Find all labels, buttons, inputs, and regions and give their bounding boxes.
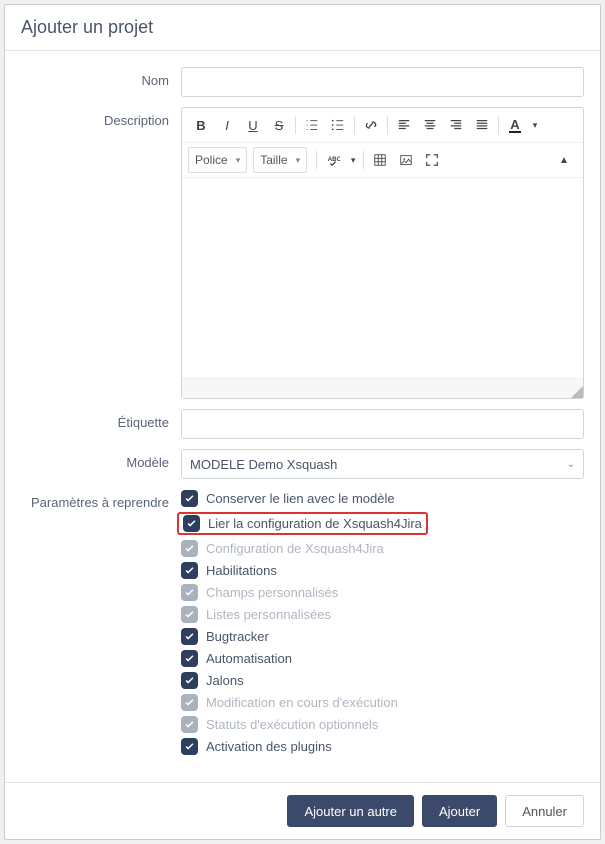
param-label: Conserver le lien avec le modèle (206, 491, 395, 506)
param-item: Listes personnalisées (181, 605, 584, 624)
model-select[interactable]: MODELE Demo Xsquash ⌄ (181, 449, 584, 479)
editor-statusbar (182, 378, 583, 398)
checkbox[interactable] (181, 490, 198, 507)
checkbox[interactable] (181, 628, 198, 645)
editor-toolbar-row1: B I U S (182, 108, 583, 143)
model-label: Modèle (21, 449, 181, 470)
param-label: Jalons (206, 673, 244, 688)
param-item: Statuts d'exécution optionnels (181, 715, 584, 734)
param-item: Conserver le lien avec le modèle (181, 489, 584, 508)
fullscreen-icon[interactable] (419, 147, 445, 173)
font-family-select[interactable]: Police (188, 147, 247, 173)
param-label: Listes personnalisées (206, 607, 331, 622)
add-another-button[interactable]: Ajouter un autre (287, 795, 414, 827)
description-label: Description (21, 107, 181, 128)
svg-text:ABC: ABC (328, 156, 340, 163)
params-label: Paramètres à reprendre (21, 489, 181, 510)
name-input[interactable] (181, 67, 584, 97)
editor-toolbar-row2: Police Taille ABC ▾ (182, 143, 583, 178)
spellcheck-dropdown-icon[interactable]: ▾ (346, 147, 360, 173)
bold-icon[interactable]: B (188, 112, 214, 138)
param-item: Jalons (181, 671, 584, 690)
param-label: Configuration de Xsquash4Jira (206, 541, 384, 556)
text-color-dropdown-icon[interactable]: ▾ (528, 112, 542, 138)
underline-icon[interactable]: U (240, 112, 266, 138)
dialog-body: Nom Description B I U S (5, 51, 600, 782)
param-item: Lier la configuration de Xsquash4Jira (177, 512, 428, 535)
checkbox (181, 606, 198, 623)
ordered-list-icon[interactable] (299, 112, 325, 138)
italic-icon[interactable]: I (214, 112, 240, 138)
tag-label: Étiquette (21, 409, 181, 430)
dialog-footer: Ajouter un autre Ajouter Annuler (5, 782, 600, 839)
align-right-icon[interactable] (443, 112, 469, 138)
param-item: Configuration de Xsquash4Jira (181, 539, 584, 558)
param-item: Activation des plugins (181, 737, 584, 756)
param-item: Habilitations (181, 561, 584, 580)
checkbox[interactable] (181, 738, 198, 755)
image-icon[interactable] (393, 147, 419, 173)
param-label: Bugtracker (206, 629, 269, 644)
strikethrough-icon[interactable]: S (266, 112, 292, 138)
name-label: Nom (21, 67, 181, 88)
checkbox[interactable] (181, 562, 198, 579)
param-label: Modification en cours d'exécution (206, 695, 398, 710)
model-selected-value: MODELE Demo Xsquash (190, 457, 337, 472)
param-item: Modification en cours d'exécution (181, 693, 584, 712)
param-label: Habilitations (206, 563, 277, 578)
checkbox[interactable] (181, 650, 198, 667)
chevron-down-icon: ⌄ (567, 459, 575, 470)
rich-text-editor: B I U S (181, 107, 584, 399)
tag-input[interactable] (181, 409, 584, 439)
param-label: Champs personnalisés (206, 585, 338, 600)
param-item: Champs personnalisés (181, 583, 584, 602)
param-label: Lier la configuration de Xsquash4Jira (208, 516, 422, 531)
font-size-select[interactable]: Taille (253, 147, 307, 173)
add-project-dialog: Ajouter un projet Nom Description B I U … (4, 4, 601, 840)
params-checkbox-list: Conserver le lien avec le modèle Lier la … (181, 489, 584, 756)
add-button[interactable]: Ajouter (422, 795, 497, 827)
resize-handle-icon[interactable] (571, 386, 583, 398)
align-center-icon[interactable] (417, 112, 443, 138)
cancel-button[interactable]: Annuler (505, 795, 584, 827)
param-item: Automatisation (181, 649, 584, 668)
checkbox (181, 716, 198, 733)
text-color-icon[interactable]: A (502, 112, 528, 138)
link-icon[interactable] (358, 112, 384, 138)
checkbox[interactable] (183, 515, 200, 532)
spellcheck-icon[interactable]: ABC (320, 147, 346, 173)
align-justify-icon[interactable] (469, 112, 495, 138)
param-label: Activation des plugins (206, 739, 332, 754)
param-label: Statuts d'exécution optionnels (206, 717, 378, 732)
table-icon[interactable] (367, 147, 393, 173)
param-item: Bugtracker (181, 627, 584, 646)
param-label: Automatisation (206, 651, 292, 666)
align-left-icon[interactable] (391, 112, 417, 138)
dialog-title: Ajouter un projet (5, 5, 600, 51)
description-textarea[interactable] (182, 178, 583, 378)
checkbox[interactable] (181, 672, 198, 689)
checkbox (181, 540, 198, 557)
collapse-toolbar-icon[interactable]: ▲ (551, 147, 577, 173)
unordered-list-icon[interactable] (325, 112, 351, 138)
checkbox (181, 584, 198, 601)
checkbox (181, 694, 198, 711)
